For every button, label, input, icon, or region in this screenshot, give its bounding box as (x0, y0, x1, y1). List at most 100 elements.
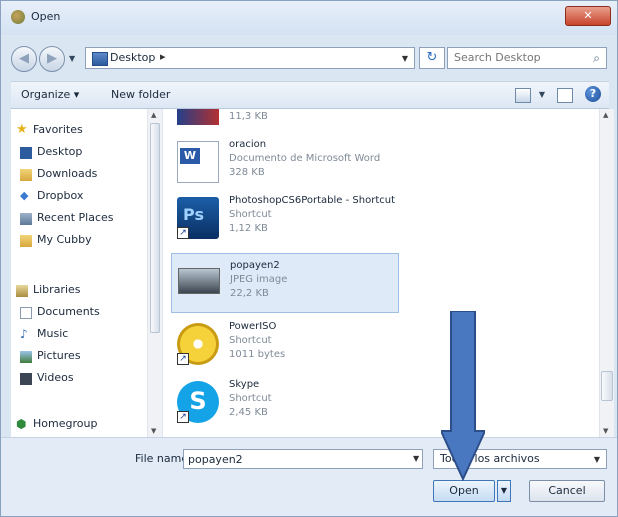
word-document-icon: W (177, 141, 219, 183)
search-icon[interactable]: ⌕ (593, 51, 600, 66)
scroll-up-icon[interactable]: ▲ (603, 111, 608, 119)
cancel-button[interactable]: Cancel (529, 480, 605, 502)
app-icon (11, 10, 25, 24)
sidebar-item-dropbox[interactable]: ◆ Dropbox (20, 189, 84, 207)
sidebar-item-videos[interactable]: Videos (20, 371, 74, 389)
back-arrow-icon: ◀ (19, 51, 29, 66)
recent-places-icon (20, 213, 32, 225)
refresh-icon: ↻ (426, 50, 438, 65)
sidebar-item-downloads[interactable]: Downloads (20, 167, 98, 185)
sidebar-item-label: Desktop (37, 145, 83, 158)
recent-locations-dropdown[interactable]: ▼ (69, 54, 75, 63)
search-input[interactable] (454, 51, 574, 64)
forward-button[interactable]: ▶ (39, 46, 65, 72)
sidebar-item-label: Downloads (37, 167, 98, 180)
preview-pane-icon[interactable] (557, 88, 573, 103)
sidebar-item-label: Videos (37, 371, 74, 384)
file-name: Skype (229, 379, 260, 390)
file-item-skype[interactable]: S ↗ Skype Shortcut 2,45 KB (171, 373, 399, 433)
sidebar-item-label: Recent Places (37, 211, 114, 224)
sidebar-item-label: Homegroup (33, 417, 98, 430)
star-icon: ★ (16, 122, 28, 137)
file-type: Documento de Microsoft Word (229, 153, 381, 164)
file-name-dropdown-icon[interactable]: ▼ (413, 454, 419, 463)
navigation-pane-scrollbar[interactable]: ▲ ▼ (147, 109, 162, 437)
desktop-icon (20, 147, 32, 159)
open-options-dropdown-icon[interactable]: ▼ (497, 480, 511, 502)
sidebar-item-homegroup[interactable]: ⬢ Homegroup (16, 417, 98, 435)
file-item-photoshop[interactable]: Ps ↗ PhotoshopCS6Portable - Shortcut Sho… (171, 189, 399, 249)
address-bar[interactable]: Desktop ▸ ▼ (85, 47, 415, 69)
sidebar-item-desktop[interactable]: Desktop (20, 145, 83, 163)
close-icon: ✕ (583, 9, 593, 22)
file-type-dropdown-icon[interactable]: ▼ (594, 455, 600, 464)
file-name-input[interactable] (183, 449, 423, 469)
image-thumbnail-icon (177, 109, 219, 125)
sidebar-item-label: Documents (37, 305, 100, 318)
libraries-icon (16, 285, 28, 297)
file-item-oracion[interactable]: W oracion Documento de Microsoft Word 32… (171, 133, 399, 193)
sidebar-item-label: Libraries (33, 283, 81, 296)
dialog-footer: File name: ▼ Todos los archivos ▼ Open ▼… (1, 437, 617, 516)
videos-icon (20, 373, 32, 385)
organize-button[interactable]: Organize ▾ (21, 88, 79, 101)
scroll-down-icon[interactable]: ▼ (603, 427, 608, 435)
skype-icon: S ↗ (177, 381, 219, 423)
change-view-icon[interactable] (515, 88, 531, 103)
file-size: 1011 bytes (229, 349, 286, 360)
file-name: popayen2 (230, 260, 280, 271)
file-item-poweriso[interactable]: ↗ PowerISO Shortcut 1011 bytes (171, 315, 399, 375)
file-name: PhotoshopCS6Portable - Shortcut (229, 195, 396, 206)
homegroup-icon: ⬢ (16, 417, 27, 431)
down-arrow-annotation (441, 311, 485, 481)
documents-icon (20, 307, 32, 319)
sidebar-item-recent-places[interactable]: Recent Places (20, 211, 114, 229)
file-list-scrollbar[interactable]: ▲ ▼ (599, 109, 614, 437)
breadcrumb-chevron-icon[interactable]: ▸ (160, 50, 166, 63)
navigation-pane: ★ Favorites Desktop Downloads ◆ Dropbox … (11, 109, 162, 437)
file-size: 22,2 KB (230, 288, 269, 299)
window-title: Open (31, 10, 61, 23)
new-folder-button[interactable]: New folder (111, 88, 170, 101)
sidebar-item-favorites[interactable]: ★ Favorites (16, 122, 83, 141)
desktop-icon (92, 52, 108, 66)
sidebar-item-pictures[interactable]: Pictures (20, 349, 81, 367)
poweriso-icon: ↗ (177, 323, 219, 365)
scrollbar-thumb[interactable] (150, 123, 160, 333)
file-size: 1,12 KB (229, 223, 268, 234)
file-type: JPEG image (230, 274, 288, 285)
refresh-button[interactable]: ↻ (419, 47, 445, 69)
back-button[interactable]: ◀ (11, 46, 37, 72)
scroll-up-icon[interactable]: ▲ (151, 111, 156, 119)
title-bar: Open ✕ (1, 1, 617, 35)
sidebar-item-label: My Cubby (37, 233, 92, 246)
sidebar-item-music[interactable]: ♪ Music (20, 327, 69, 345)
file-item-popayen2[interactable]: popayen2 JPEG image 22,2 KB (171, 253, 399, 313)
file-type: Shortcut (229, 209, 272, 220)
sidebar-item-label: Music (37, 327, 69, 340)
open-button[interactable]: Open (433, 480, 495, 502)
shortcut-arrow-icon: ↗ (177, 353, 189, 365)
file-size: 328 KB (229, 167, 265, 178)
sidebar-item-documents[interactable]: Documents (20, 305, 100, 323)
shortcut-arrow-icon: ↗ (177, 227, 189, 239)
open-file-dialog: Open ✕ ◀ ▶ ▼ Desktop ▸ ▼ ↻ ⌕ Organize ▾ … (0, 0, 618, 517)
file-name: PowerISO (229, 321, 277, 332)
jpeg-thumbnail-icon (178, 268, 220, 294)
shortcut-arrow-icon: ↗ (177, 411, 189, 423)
file-type: Shortcut (229, 335, 272, 346)
close-button[interactable]: ✕ (565, 6, 611, 26)
scrollbar-thumb[interactable] (601, 371, 613, 401)
help-icon[interactable]: ? (585, 86, 601, 102)
sidebar-item-label: Dropbox (37, 189, 84, 202)
file-type: Shortcut (229, 393, 272, 404)
scroll-down-icon[interactable]: ▼ (151, 427, 156, 435)
sidebar-item-label: Pictures (37, 349, 81, 362)
search-box[interactable]: ⌕ (447, 47, 607, 69)
address-path[interactable]: Desktop (110, 51, 155, 64)
view-options-dropdown-icon[interactable]: ▼ (539, 90, 545, 99)
address-dropdown-icon[interactable]: ▼ (402, 54, 408, 63)
sidebar-item-my-cubby[interactable]: My Cubby (20, 233, 92, 251)
downloads-folder-icon (20, 169, 32, 181)
sidebar-item-libraries[interactable]: Libraries (16, 283, 81, 301)
